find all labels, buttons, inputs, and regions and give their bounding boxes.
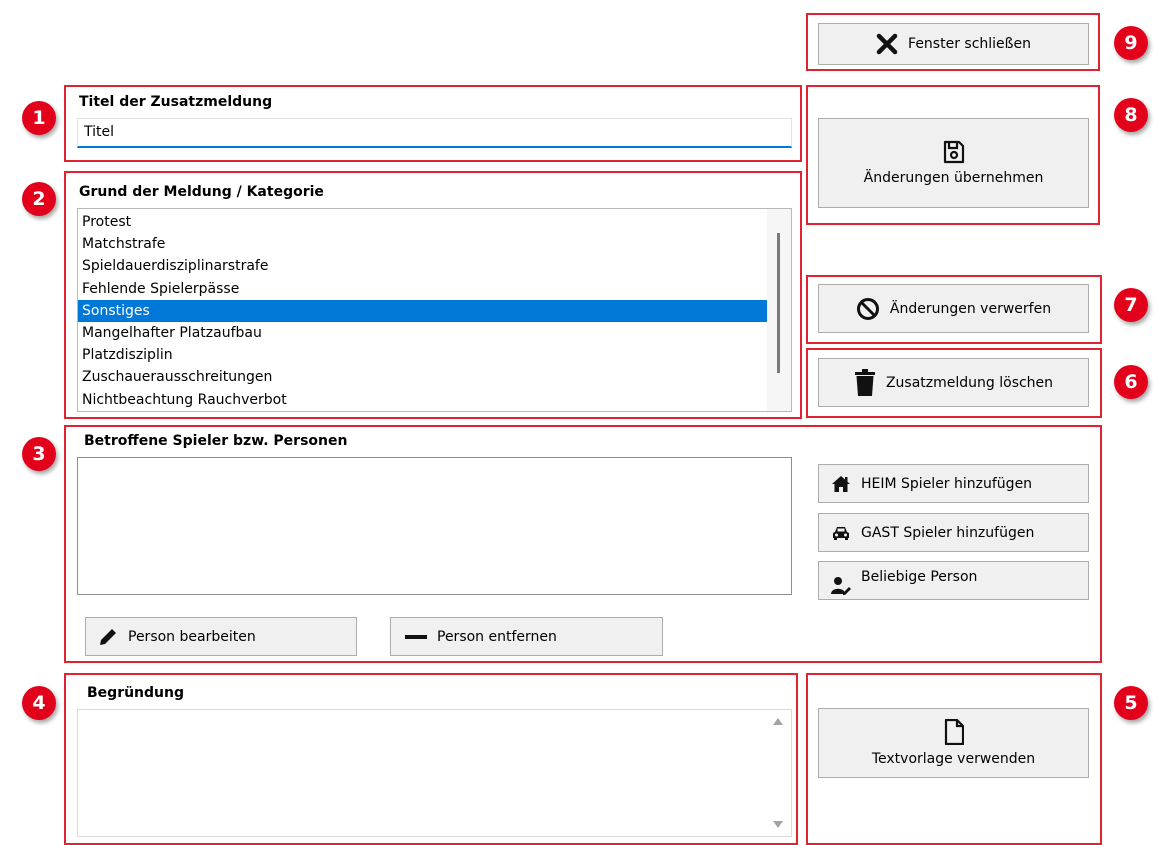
- players-listbox[interactable]: [77, 457, 792, 595]
- car-icon: [831, 525, 851, 541]
- cancel-icon: [856, 297, 880, 321]
- add-home-player-button[interactable]: HEIM Spieler hinzufügen: [818, 464, 1089, 503]
- scroll-down-arrow-icon[interactable]: [773, 821, 783, 828]
- add-guest-player-label: GAST Spieler hinzufügen: [861, 524, 1035, 541]
- any-person-button[interactable]: Beliebige Person: [818, 561, 1089, 600]
- annotation-marker-4: 4: [22, 686, 56, 720]
- title-heading: Titel der Zusatzmeldung: [79, 94, 273, 110]
- category-item-fehlende-spielerpaesse[interactable]: Fehlende Spielerpässe: [78, 278, 767, 300]
- use-template-button[interactable]: Textvorlage verwenden: [818, 708, 1089, 778]
- category-item-sonstiges[interactable]: Sonstiges: [78, 299, 767, 322]
- close-window-label: Fenster schließen: [908, 36, 1031, 52]
- any-person-label: Beliebige Person: [861, 569, 978, 585]
- annotation-marker-2: 2: [22, 182, 56, 216]
- category-scrollbar-thumb[interactable]: [777, 233, 780, 373]
- home-icon: [831, 475, 851, 493]
- trash-icon: [854, 368, 876, 397]
- annotation-marker-1: 1: [22, 101, 56, 135]
- players-heading: Betroffene Spieler bzw. Personen: [84, 433, 348, 449]
- annotation-marker-9: 9: [1114, 26, 1148, 60]
- discard-changes-button[interactable]: Änderungen verwerfen: [818, 284, 1089, 333]
- category-item-zuschauerausschreitungen[interactable]: Zuschauerausschreitungen: [78, 366, 767, 388]
- user-edit-icon: [831, 575, 851, 595]
- save-icon: [943, 140, 965, 164]
- annotation-marker-7: 7: [1114, 288, 1148, 322]
- category-item-mangelhafter-platzaufbau[interactable]: Mangelhafter Platzaufbau: [78, 322, 767, 344]
- minus-icon: [405, 634, 427, 640]
- add-guest-player-button[interactable]: GAST Spieler hinzufügen: [818, 513, 1089, 552]
- close-window-button[interactable]: Fenster schließen: [818, 23, 1089, 65]
- title-input-value: Titel: [84, 124, 115, 140]
- edit-person-button[interactable]: Person bearbeiten: [85, 617, 357, 656]
- category-scrollbar[interactable]: [767, 209, 791, 411]
- annotation-marker-5: 5: [1114, 686, 1148, 720]
- use-template-label: Textvorlage verwenden: [871, 751, 1036, 767]
- close-icon: [876, 33, 898, 55]
- document-icon: [944, 719, 964, 745]
- annotation-marker-8: 8: [1114, 98, 1148, 132]
- scroll-up-arrow-icon[interactable]: [773, 718, 783, 725]
- category-item-protest[interactable]: Protest: [78, 211, 767, 233]
- reason-textarea[interactable]: [77, 709, 792, 837]
- annotation-marker-3: 3: [22, 437, 56, 471]
- reason-heading: Begründung: [87, 685, 184, 701]
- category-item-matchstrafe[interactable]: Matchstrafe: [78, 233, 767, 255]
- title-input[interactable]: Titel: [77, 118, 792, 148]
- edit-person-label: Person bearbeiten: [128, 628, 256, 645]
- save-changes-button[interactable]: Änderungen übernehmen: [818, 118, 1089, 208]
- save-changes-label: Änderungen übernehmen: [863, 170, 1044, 186]
- discard-changes-label: Änderungen verwerfen: [889, 300, 1052, 317]
- category-item-platzdisziplin[interactable]: Platzdisziplin: [78, 344, 767, 366]
- reason-scrollbar[interactable]: [767, 710, 791, 836]
- delete-report-button[interactable]: Zusatzmeldung löschen: [818, 358, 1089, 407]
- remove-person-button[interactable]: Person entfernen: [390, 617, 663, 656]
- reason-heading-text: Begründung: [87, 685, 185, 701]
- pencil-icon: [98, 627, 118, 647]
- category-item-spieldauerdisziplinarstrafe[interactable]: Spieldauerdisziplinarstrafe: [78, 255, 767, 277]
- category-item-nichtbeachtung-rauchverbot[interactable]: Nichtbeachtung Rauchverbot: [78, 389, 767, 411]
- category-listbox[interactable]: Protest Matchstrafe Spieldauerdisziplina…: [77, 208, 792, 412]
- delete-report-label: Zusatzmeldung löschen: [885, 374, 1054, 391]
- category-heading: Grund der Meldung / Kategorie: [79, 184, 324, 200]
- remove-person-label: Person entfernen: [437, 628, 557, 645]
- annotation-marker-6: 6: [1114, 365, 1148, 399]
- add-home-player-label: HEIM Spieler hinzufügen: [861, 475, 1033, 492]
